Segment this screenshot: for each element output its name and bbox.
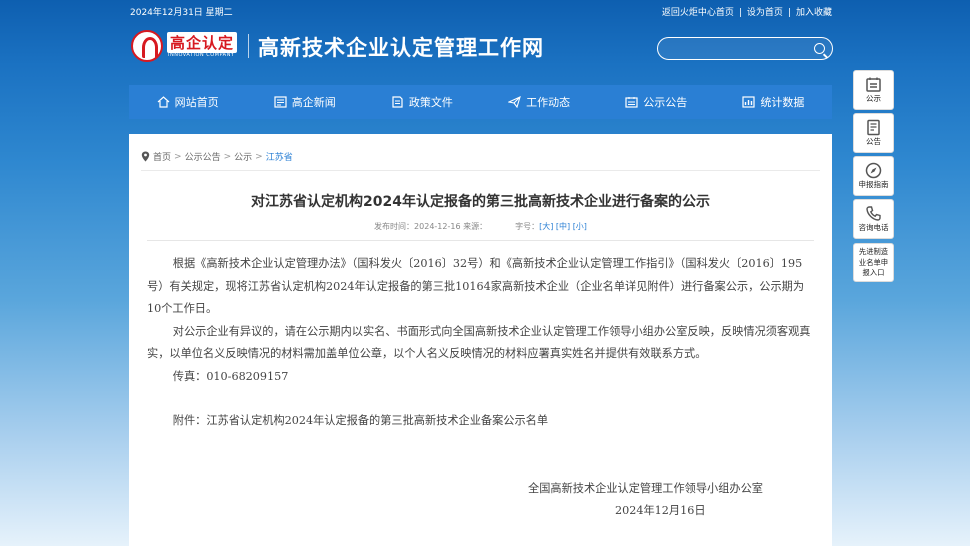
float-tool-manufacturing-entry[interactable]: 先进制造业名单申报入口	[853, 243, 894, 282]
compass-icon	[865, 162, 882, 179]
breadcrumb-separator: >	[174, 151, 182, 162]
breadcrumb-current[interactable]: 江苏省	[266, 150, 293, 163]
nav-item-policy[interactable]: 政策文件	[363, 85, 480, 119]
location-pin-icon	[141, 151, 150, 162]
nav-label: 工作动态	[526, 96, 571, 109]
notice-board-icon	[865, 76, 882, 93]
nav-label: 高企新闻	[291, 96, 336, 109]
float-tool-label: 咨询电话	[858, 223, 889, 232]
float-tool-guide[interactable]: 申报指南	[853, 156, 894, 196]
search-box	[657, 37, 833, 60]
nav-item-notices[interactable]: 公示公告	[598, 85, 715, 119]
breadcrumb: 首页 > 公示公告 > 公示 > 江苏省	[141, 150, 293, 163]
site-logo[interactable]: 高企认定 INNOVATION COMPANY	[131, 30, 241, 62]
nav-label: 统计数据	[760, 96, 805, 109]
set-homepage-link[interactable]: 设为首页	[747, 8, 783, 18]
article-paragraph: 对公示企业有异议的，请在公示期内以实名、书面形式向全国高新技术企业认定管理工作领…	[147, 324, 811, 361]
content-panel: 首页 > 公示公告 > 公示 > 江苏省 对江苏省认定机构2024年认定报备的第…	[129, 134, 832, 546]
float-tool-label: 申报指南	[858, 180, 889, 189]
nav-label: 网站首页	[174, 96, 219, 109]
breadcrumb-divider	[141, 170, 820, 171]
signature-date: 2024年12月16日	[615, 504, 706, 517]
paper-plane-icon	[508, 96, 521, 108]
link-separator: |	[738, 8, 742, 18]
publish-info: 发布时间：2024-12-16 来源：	[374, 222, 488, 231]
search-icon[interactable]	[814, 43, 825, 54]
logo-text: 高企认定	[167, 32, 238, 53]
article-paragraph: 根据《高新技术企业认定管理办法》（国科发火〔2016〕32号）和《高新技术企业认…	[147, 257, 805, 315]
document-icon	[391, 96, 404, 108]
back-to-torch-center-link[interactable]: 返回火炬中心首页	[662, 8, 734, 18]
home-icon	[157, 96, 170, 108]
breadcrumb-home[interactable]: 首页	[153, 150, 171, 163]
nav-item-work-updates[interactable]: 工作动态	[481, 85, 598, 119]
article-meta: 发布时间：2024-12-16 来源： 字号：[大] [中] [小]	[129, 221, 832, 232]
breadcrumb-separator: >	[255, 151, 263, 162]
float-tool-label: 先进制造业名单申报入口	[858, 247, 889, 277]
nav-item-news[interactable]: 高企新闻	[246, 85, 363, 119]
float-tool-label: 公示	[866, 94, 881, 103]
top-links: 返回火炬中心首页 | 设为首页 | 加入收藏	[662, 5, 832, 18]
top-bar: 2024年12月31日 星期二 返回火炬中心首页 | 设为首页 | 加入收藏	[130, 5, 832, 19]
current-date: 2024年12月31日 星期二	[130, 8, 233, 18]
main-nav: 网站首页 高企新闻 政策文件 工作动态 公示公告 统计数据	[129, 85, 832, 119]
article-body: 根据《高新技术企业认定管理办法》（国科发火〔2016〕32号）和《高新技术企业认…	[147, 253, 812, 433]
font-size-medium-button[interactable]: [中]	[556, 222, 570, 231]
fax-line: 传真：010-68209157	[172, 369, 289, 383]
float-tool-label: 公告	[866, 137, 881, 146]
phone-icon	[865, 205, 882, 222]
breadcrumb-notices[interactable]: 公示公告	[185, 150, 221, 163]
nav-label: 政策文件	[408, 96, 453, 109]
signature: 全国高新技术企业认定管理工作领导小组办公室	[528, 482, 763, 495]
float-tool-announcement[interactable]: 公告	[853, 113, 894, 153]
nav-item-statistics[interactable]: 统计数据	[715, 85, 832, 119]
site-title: 高新技术企业认定管理工作网	[258, 36, 544, 60]
announcement-icon	[865, 119, 882, 136]
notice-icon	[625, 96, 638, 108]
logo-subtext: INNOVATION COMPANY	[168, 52, 235, 58]
font-size-small-button[interactable]: [小]	[573, 222, 587, 231]
search-input[interactable]	[668, 41, 808, 56]
add-favorite-link[interactable]: 加入收藏	[796, 8, 832, 18]
nav-label: 公示公告	[643, 96, 688, 109]
chart-icon	[742, 96, 756, 108]
article-title: 对江苏省认定机构2024年认定报备的第三批高新技术企业进行备案的公示	[251, 194, 710, 210]
float-tool-publicity[interactable]: 公示	[853, 70, 894, 110]
header-divider	[248, 34, 249, 58]
font-size-large-button[interactable]: [大]	[539, 222, 553, 231]
float-tool-hotline[interactable]: 咨询电话	[853, 199, 894, 239]
breadcrumb-separator: >	[223, 151, 232, 162]
logo-mark-icon	[131, 30, 163, 62]
meta-divider	[147, 240, 814, 241]
attachment-link[interactable]: 附件：江苏省认定机构2024年认定报备的第三批高新技术企业备案公示名单	[147, 410, 812, 433]
font-size-label: 字号：	[515, 222, 540, 231]
link-separator: |	[787, 8, 791, 18]
breadcrumb-publicity[interactable]: 公示	[234, 150, 252, 163]
news-icon	[274, 96, 287, 108]
nav-item-home[interactable]: 网站首页	[129, 85, 246, 119]
